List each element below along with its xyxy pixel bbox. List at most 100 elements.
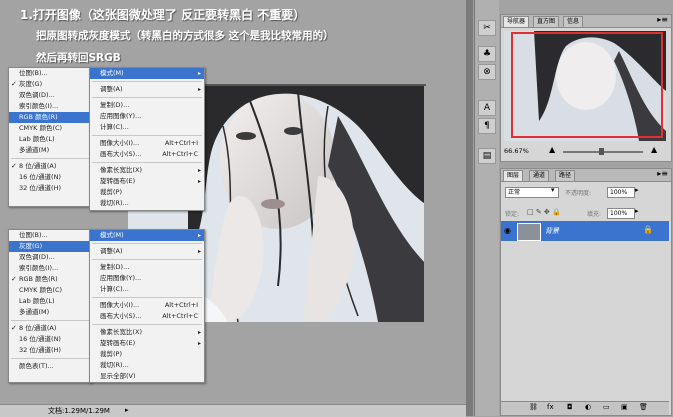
mode-menu-item[interactable]: 32 位/通道(H) <box>9 345 91 356</box>
image-menu-item[interactable]: 画布大小(S)... Alt+Ctrl+C <box>90 149 204 160</box>
blend-mode-arrow-icon[interactable]: ▾ <box>551 186 555 194</box>
submenu-arrow-icon: ▸ <box>197 329 201 336</box>
layer-style-icon[interactable]: fx <box>547 403 554 411</box>
image-menu-item[interactable]: 计算(C)... <box>90 122 204 133</box>
mode-menu-item[interactable]: 位图(B)... <box>9 68 91 79</box>
image-menu-item[interactable]: 像素长宽比(X) ▸ <box>90 327 204 338</box>
mode-menu-item[interactable]: 颜色表(T)... <box>9 361 91 372</box>
image-menu-item[interactable]: 裁剪(P) <box>90 349 204 360</box>
image-menu-item[interactable]: 旋转画布(E) ▸ <box>90 176 204 187</box>
instruction-line-2: 把原图转成灰度模式（转黑白的方式很多 这个是我比较常用的） <box>36 30 334 42</box>
new-group-icon[interactable]: ▭ <box>603 403 610 411</box>
adjustment-layer-icon[interactable]: ◐ <box>585 403 591 411</box>
image-menu-item[interactable]: 调整(A) ▸ <box>90 246 204 257</box>
image-menu-item[interactable]: 应用图像(Y)... <box>90 111 204 122</box>
image-menu-item[interactable]: 复制(D)... <box>90 262 204 273</box>
mode-menu-item[interactable]: RGB 颜色(R) <box>9 112 91 123</box>
mode-menu-item[interactable]: CMYK 颜色(C) <box>9 123 91 134</box>
menu-item-label: 位图(B)... <box>19 69 48 77</box>
image-menu-item[interactable]: 图像大小(I)... Alt+Ctrl+I <box>90 138 204 149</box>
mode-menu-item[interactable]: 位图(B)... <box>9 230 91 241</box>
mode-menu-item[interactable]: 双色调(D)... <box>9 90 91 101</box>
opacity-arrow-icon[interactable]: ▸ <box>635 186 639 194</box>
menu-item-label: 调整(A) <box>100 85 123 93</box>
menu-item-label: 32 位/通道(H) <box>19 184 61 192</box>
menu-item-label: 复制(D)... <box>100 263 130 271</box>
tab-navigator[interactable]: 导航器 <box>503 16 530 27</box>
mode-menu-item[interactable]: Lab 颜色(L) <box>9 296 91 307</box>
mode-menu-item[interactable]: 16 位/通道(N) <box>9 172 91 183</box>
menu-separator <box>92 162 202 163</box>
mode-menu-item[interactable]: 多通道(M) <box>9 145 91 156</box>
mode-menu-item[interactable]: 32 位/通道(H) <box>9 183 91 194</box>
image-menu-item[interactable]: 裁切(R)... <box>90 198 204 209</box>
layers-menu-icon[interactable]: ▸≡ <box>657 169 668 178</box>
image-menu-item[interactable]: 旋转画布(E) ▸ <box>90 338 204 349</box>
mode-submenu-2: 位图(B)... 灰度(G) 双色调(D)... 索引颜色(I)... ✓ RGB 颜色(… <box>8 229 92 383</box>
zoom-value[interactable]: 66.67% <box>504 147 529 155</box>
image-menu-item[interactable]: 应用图像(Y)... <box>90 273 204 284</box>
new-layer-icon[interactable]: ▣ <box>621 403 628 411</box>
panel-menu-icon[interactable]: ▸≡ <box>657 15 668 24</box>
tab-layers[interactable]: 图层 <box>503 170 524 181</box>
mode-menu-item[interactable]: ✓ RGB 颜色(R) <box>9 274 91 285</box>
image-menu-item[interactable]: 计算(C)... <box>90 284 204 295</box>
image-menu-item[interactable]: 模式(M) ▸ <box>90 68 204 79</box>
tab-channels[interactable]: 通道 <box>529 170 550 181</box>
image-menu-item[interactable]: 图像大小(I)... Alt+Ctrl+I <box>90 300 204 311</box>
image-menu-item[interactable]: 复制(D)... <box>90 100 204 111</box>
eye-icon[interactable]: ◉ <box>504 226 511 235</box>
menu-item-label: 调整(A) <box>100 247 123 255</box>
zoom-in-icon[interactable]: ▲ <box>651 145 657 154</box>
zoom-slider-thumb[interactable] <box>599 148 604 155</box>
instruction-line-3: 然后再转回SRGB <box>36 52 121 64</box>
mode-menu-item[interactable]: ✓ 8 位/通道(A) <box>9 323 91 334</box>
mode-menu-item[interactable]: ✓ 8 位/通道(A) <box>9 161 91 172</box>
layer-comp-icon[interactable]: ▤ <box>478 148 496 164</box>
layers-tabbar: 图层 通道 路径 ▸≡ <box>501 169 671 182</box>
mode-menu-item[interactable]: 16 位/通道(N) <box>9 334 91 345</box>
tab-histogram[interactable]: 直方图 <box>533 16 560 27</box>
submenu-arrow-icon: ▸ <box>197 86 201 93</box>
fill-input[interactable]: 100% <box>607 208 635 219</box>
lock-icons[interactable]: □ ✎ ✥ 🔒 <box>527 208 561 216</box>
menu-item-label: Lab 颜色(L) <box>19 135 55 143</box>
brush-icon[interactable]: ♣ <box>478 46 496 62</box>
menu-item-label: 像素长宽比(X) <box>100 166 143 174</box>
mode-menu-item[interactable]: ✓ 灰度(G) <box>9 79 91 90</box>
mode-menu-item[interactable]: 索引颜色(I)... <box>9 101 91 112</box>
mode-menu-item[interactable]: 多通道(M) <box>9 307 91 318</box>
delete-layer-icon[interactable]: 🗑 <box>639 403 648 411</box>
image-menu-item[interactable]: 调整(A) ▸ <box>90 84 204 95</box>
tab-info[interactable]: 信息 <box>563 16 584 27</box>
canvas-top-border <box>200 84 426 86</box>
image-menu-item[interactable]: 裁剪(P) <box>90 187 204 198</box>
layer-row-background[interactable]: ◉ 背景 🔒 <box>501 221 669 241</box>
type-icon[interactable]: A <box>478 100 496 116</box>
submenu-arrow-icon: ▸ <box>197 248 201 255</box>
mode-menu-item[interactable]: 索引颜色(I)... <box>9 263 91 274</box>
paragraph-icon[interactable]: ¶ <box>478 118 496 134</box>
submenu-arrow-icon: ▸ <box>197 167 201 174</box>
mode-menu-item[interactable]: CMYK 颜色(C) <box>9 285 91 296</box>
mode-menu-item[interactable]: Lab 颜色(L) <box>9 134 91 145</box>
tools-icon[interactable]: ✂ <box>478 20 496 36</box>
menu-item-label: 应用图像(Y)... <box>100 112 142 120</box>
status-arrow-icon[interactable]: ▸ <box>125 406 129 414</box>
image-menu-item[interactable]: 裁切(R)... <box>90 360 204 371</box>
mode-menu-item[interactable]: 双色调(D)... <box>9 252 91 263</box>
fill-arrow-icon[interactable]: ▸ <box>635 207 639 215</box>
image-menu-item[interactable]: 模式(M) ▸ <box>90 230 204 241</box>
image-menu-item[interactable]: 显示全部(V) <box>90 371 204 382</box>
image-menu-item[interactable]: 画布大小(S)... Alt+Ctrl+C <box>90 311 204 322</box>
link-layers-icon[interactable]: ⛓ <box>529 403 538 411</box>
menu-item-label: 画布大小(S)... <box>100 150 142 158</box>
layer-name[interactable]: 背景 <box>545 226 559 236</box>
image-menu-item[interactable]: 像素长宽比(X) ▸ <box>90 165 204 176</box>
zoom-out-icon[interactable]: ▲ <box>549 145 555 154</box>
opacity-input[interactable]: 100% <box>607 187 635 198</box>
tab-paths[interactable]: 路径 <box>555 170 576 181</box>
layer-mask-icon[interactable]: ◘ <box>567 403 573 411</box>
mode-menu-item[interactable]: 灰度(G) <box>9 241 91 252</box>
stamp-icon[interactable]: ⊗ <box>478 64 496 80</box>
